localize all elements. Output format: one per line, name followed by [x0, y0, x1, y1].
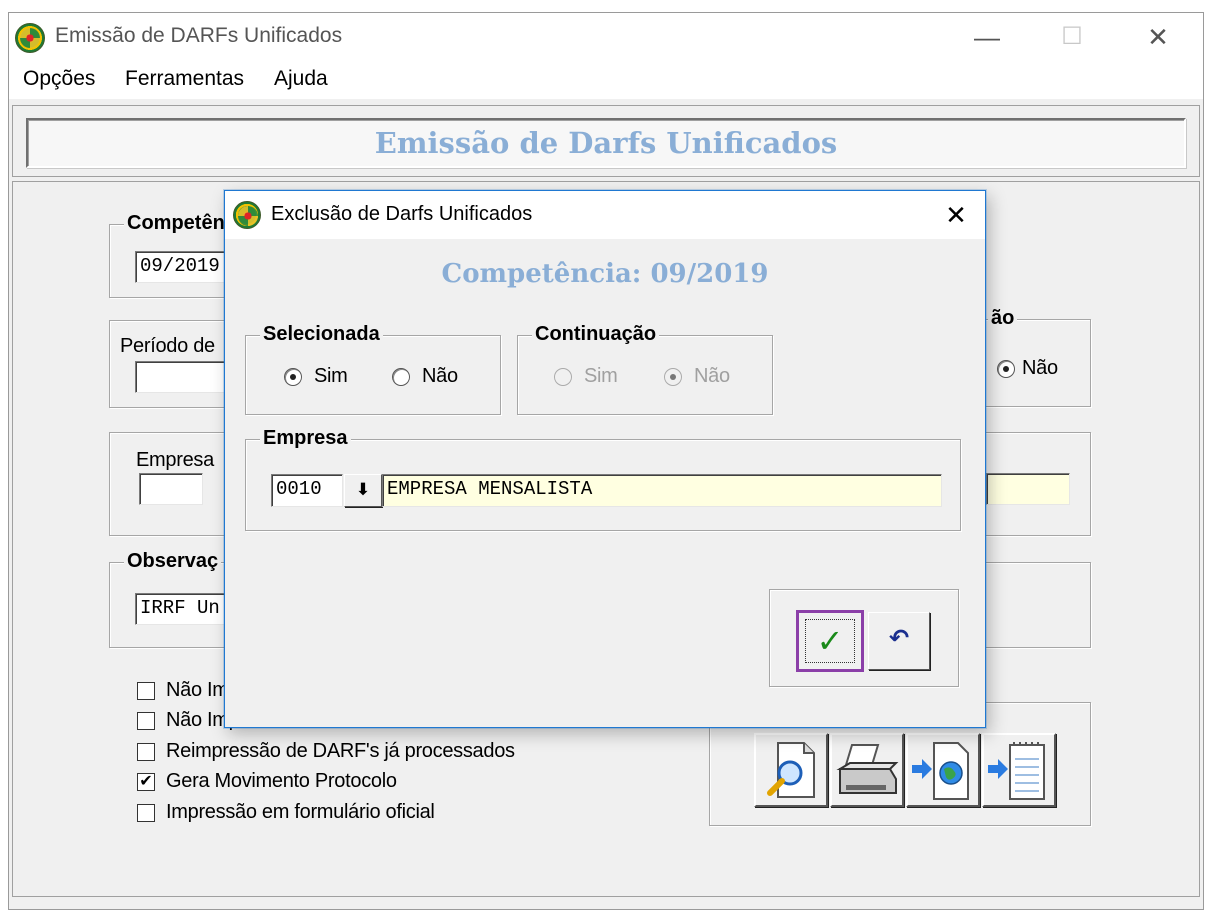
- dialog-buttons-group: ✓ ↶: [769, 589, 959, 687]
- checkbox-label-formulario-oficial: Impressão em formulário oficial: [166, 801, 435, 823]
- continuacao-legend: Continuação: [532, 323, 660, 346]
- title-bar: Emissão de DARFs Unificados — ☐ ✕: [9, 13, 1203, 61]
- export-document-button[interactable]: [982, 733, 1056, 807]
- printer-icon: [836, 744, 899, 794]
- menu-opcoes[interactable]: Opções: [23, 67, 95, 91]
- selecionada-sim-radio[interactable]: [284, 368, 302, 386]
- dialog-title-bar: Exclusão de Darfs Unificados ✕: [225, 191, 985, 239]
- preview-button[interactable]: [754, 733, 828, 807]
- empresa-code-field-bg[interactable]: [139, 473, 203, 505]
- empresa-lookup-button[interactable]: ⬇: [344, 474, 382, 507]
- app-logo-icon: [15, 23, 45, 53]
- preview-icon: [767, 742, 815, 798]
- competencia-legend: Competên: [124, 212, 228, 235]
- checkmark-icon: ✓: [805, 619, 855, 663]
- checkbox-label-gera-movimento: Gera Movimento Protocolo: [166, 770, 397, 792]
- checkbox-label-reimpressao: Reimpressão de DARF's já processados: [166, 740, 515, 762]
- dialog-close-button[interactable]: ✕: [933, 197, 979, 233]
- minimize-button[interactable]: —: [965, 19, 1009, 55]
- window-title: Emissão de DARFs Unificados: [55, 24, 343, 47]
- continuacao-nao-label-bg: Não: [1022, 357, 1058, 379]
- empresa-group: Empresa 0010 ⬇ EMPRESA MENSALISTA: [245, 427, 961, 531]
- maximize-button[interactable]: ☐: [1050, 19, 1094, 55]
- empresa-code-field[interactable]: 0010: [271, 474, 343, 507]
- selecionada-sim-label: Sim: [314, 365, 348, 387]
- download-arrow-icon: ⬇: [355, 480, 371, 499]
- empresa-name-field-bg[interactable]: [986, 473, 1070, 505]
- confirm-button[interactable]: ✓: [796, 610, 864, 672]
- menu-ajuda[interactable]: Ajuda: [274, 67, 328, 91]
- empresa-label-bg: Empresa: [136, 449, 214, 471]
- selecionada-nao-label: Não: [422, 365, 458, 387]
- dialog-logo-icon: [233, 201, 261, 229]
- checkbox-label-nao-imprimir: Não Im: [166, 679, 229, 701]
- print-button[interactable]: [830, 733, 904, 807]
- checkbox-nao-imprimir[interactable]: [137, 682, 155, 700]
- page-title: Emissão de Darfs Unificados: [26, 118, 1186, 168]
- checkbox-gera-movimento[interactable]: ✔: [137, 773, 155, 791]
- checkbox-nao-imprimir-darf[interactable]: [137, 712, 155, 730]
- header-band: Emissão de Darfs Unificados: [12, 105, 1200, 177]
- continuacao-sim-radio[interactable]: [554, 368, 572, 386]
- periodo-label: Período de: [120, 335, 215, 357]
- empresa-legend: Empresa: [260, 427, 351, 450]
- dialog-competencia: Competência: 09/2019: [441, 259, 769, 289]
- checkbox-formulario-oficial[interactable]: [137, 804, 155, 822]
- selecionada-legend: Selecionada: [260, 323, 383, 346]
- close-button[interactable]: ✕: [1136, 19, 1180, 55]
- menu-bar: Opções Ferramentas Ajuda: [9, 61, 1203, 99]
- selecionada-group: Selecionada Sim Não: [245, 323, 501, 415]
- export-web-icon: [912, 742, 969, 800]
- checkbox-reimpressao[interactable]: [137, 743, 155, 761]
- selecionada-nao-radio[interactable]: [392, 368, 410, 386]
- undo-arrow-icon: ↶: [888, 625, 910, 652]
- continuacao-nao-radio[interactable]: [664, 368, 682, 386]
- observacao-legend: Observaç: [124, 550, 222, 573]
- continuacao-group: Continuação Sim Não: [517, 323, 773, 415]
- continuacao-nao-label: Não: [694, 365, 730, 387]
- continuacao-nao-radio-bg[interactable]: [997, 360, 1015, 378]
- menu-ferramentas[interactable]: Ferramentas: [125, 67, 244, 91]
- export-web-button[interactable]: [906, 733, 980, 807]
- empresa-name-field[interactable]: EMPRESA MENSALISTA: [382, 474, 942, 507]
- continuacao-legend-bg: ão: [988, 307, 1018, 330]
- dialog-title: Exclusão de Darfs Unificados: [271, 203, 533, 225]
- continuacao-group-bg: ão Não: [971, 307, 1091, 407]
- export-document-icon: [988, 742, 1045, 800]
- exclusao-dialog: Exclusão de Darfs Unificados ✕ Competênc…: [224, 190, 986, 728]
- undo-button[interactable]: ↶: [868, 612, 930, 670]
- continuacao-sim-label: Sim: [584, 365, 618, 387]
